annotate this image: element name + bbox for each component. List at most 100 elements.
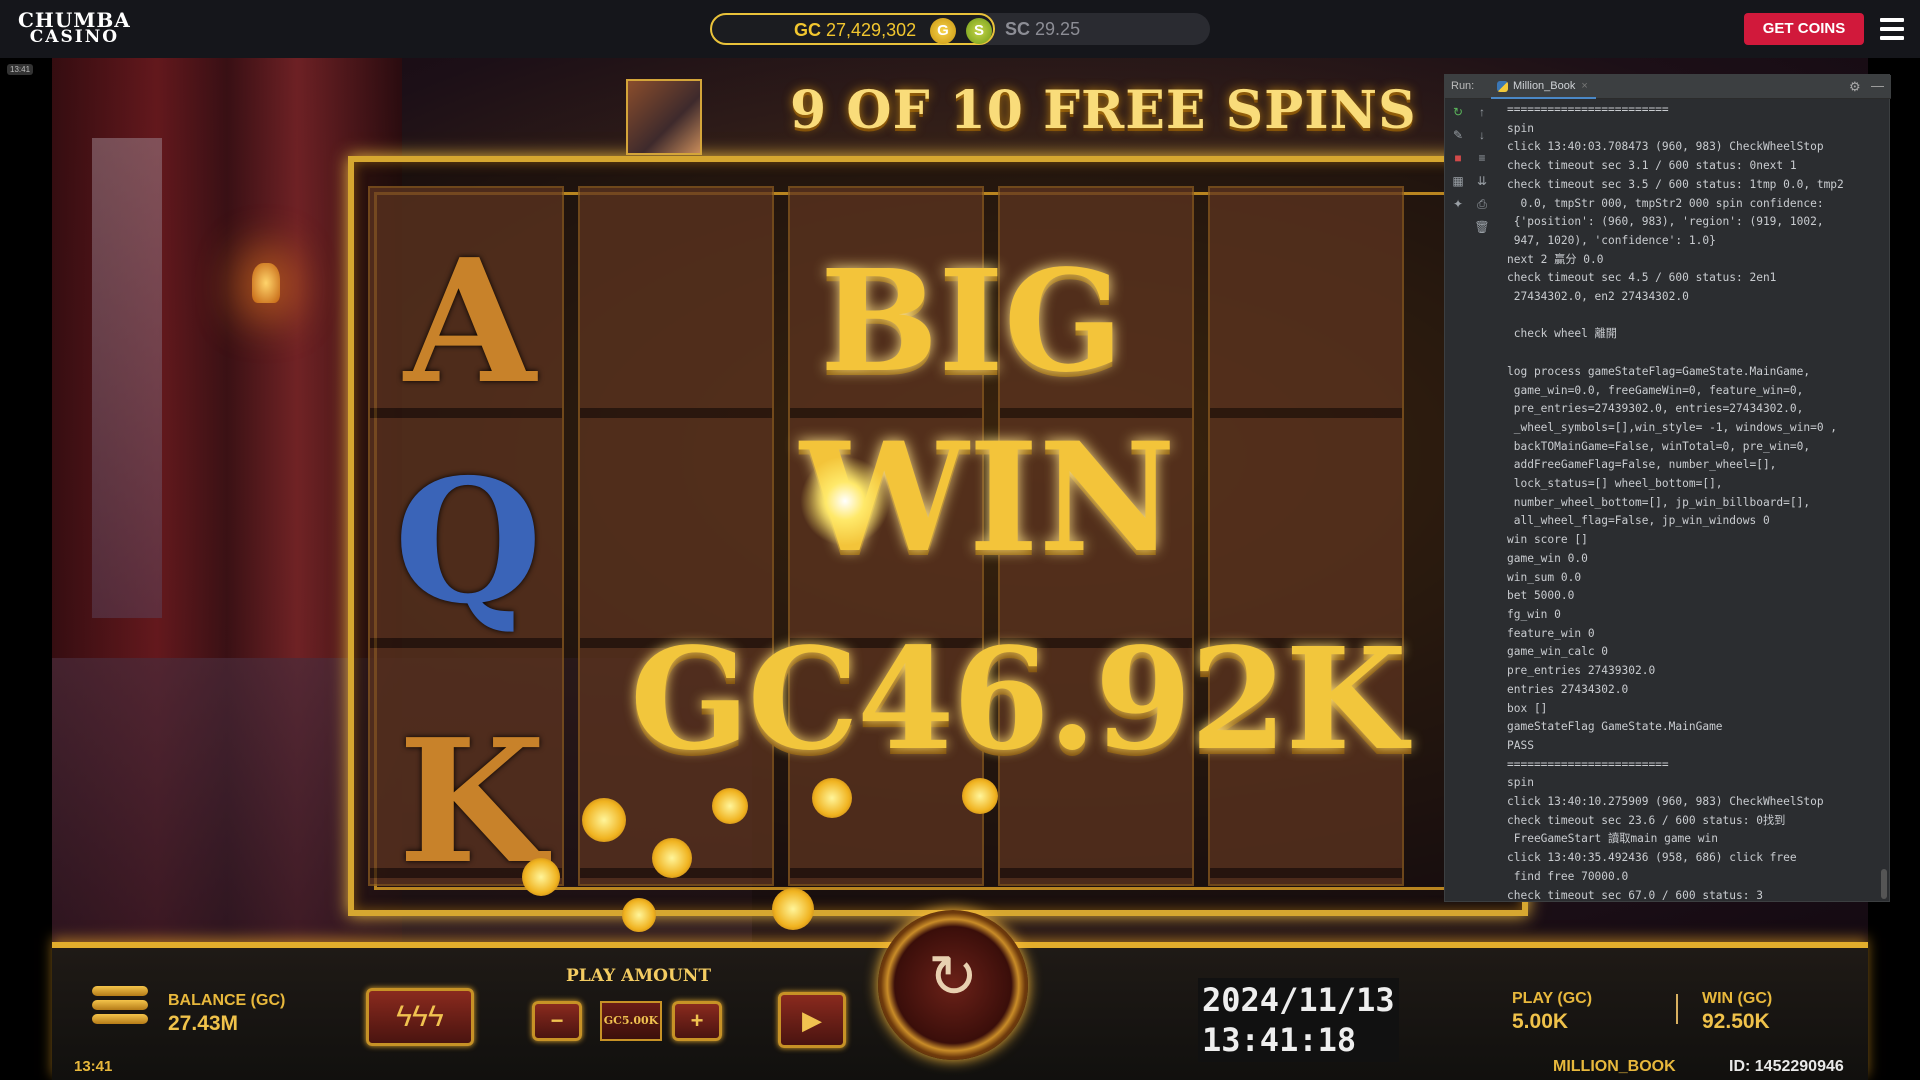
big-win-amount: GC46.92K	[630, 618, 1407, 782]
wall-lamp	[252, 263, 280, 303]
lightning-icon: ϟϟϟ	[396, 1000, 444, 1033]
console-line: find free 70000.0	[1507, 869, 1629, 883]
console-line: number_wheel_bottom=[], jp_win_billboard…	[1507, 495, 1811, 509]
wallet-bar[interactable]: GC 27,429,302 G S SC 29.25	[710, 13, 1210, 45]
sc-balance: SC 29.25	[1005, 19, 1080, 40]
layout-icon[interactable]: ▦	[1447, 170, 1469, 193]
flying-coin	[812, 778, 852, 818]
sweeps-coin-icon[interactable]: S	[966, 18, 992, 44]
print-icon[interactable]: ⎙	[1471, 193, 1493, 216]
close-tab-icon[interactable]: ×	[1581, 80, 1587, 92]
console-line: pre_entries 27439302.0	[1507, 664, 1656, 678]
scroll-down-icon[interactable]: ↓	[1471, 124, 1493, 147]
console-line: check timeout sec 4.5 / 600 status: 2en1	[1507, 271, 1777, 285]
console-line: click 13:40:35.492436 (958, 686) click f…	[1507, 851, 1797, 865]
console-line: _wheel_symbols=[],win_style= -1, windows…	[1507, 420, 1838, 434]
flying-coin	[582, 798, 626, 842]
trash-icon[interactable]: 🗑	[1471, 216, 1493, 239]
console-line: click 13:40:10.275909 (960, 983) CheckWh…	[1507, 795, 1824, 809]
console-line: check wheel 離開	[1507, 327, 1617, 341]
python-file-icon	[1497, 81, 1508, 92]
run-toolbar-right: ↑ ↓ ≡ ⇊ ⎙ 🗑	[1471, 101, 1493, 239]
get-coins-button[interactable]: GET COINS	[1744, 13, 1864, 45]
console-line: 0.0, tmpStr 000, tmpStr2 000 spin confid…	[1507, 196, 1824, 210]
console-output[interactable]: ======================== spin click 13:40:…	[1507, 101, 1879, 901]
rerun-icon[interactable]: ↻	[1447, 101, 1469, 124]
spin-button[interactable]: ↻	[878, 910, 1028, 1060]
scroll-up-icon[interactable]: ↑	[1471, 101, 1493, 124]
flying-coin	[712, 788, 748, 824]
date-stamp: 2024/11/13	[1202, 981, 1395, 1019]
console-line: next 2 贏分 0.0	[1507, 252, 1604, 266]
balance-value: 27.43M	[168, 1012, 239, 1035]
sc-value: 29.25	[1035, 19, 1081, 39]
console-line: entries 27434302.0	[1507, 682, 1629, 696]
console-line: backTOMainGame=False, winTotal=0, pre_wi…	[1507, 439, 1811, 453]
soft-wrap-icon[interactable]: ≡	[1471, 147, 1493, 170]
gear-icon[interactable]: ⚙	[1849, 79, 1861, 95]
console-line: game_win 0.0	[1507, 551, 1588, 565]
free-spins-counter: 9 OF 10 FREE SPINS	[790, 80, 1417, 141]
console-line: win_sum 0.0	[1507, 570, 1582, 584]
game-name: MILLION_BOOK	[1553, 1058, 1676, 1075]
balance-label: BALANCE (GC)	[168, 992, 286, 1009]
corner-time-badge: 13:41	[7, 64, 34, 75]
minimize-icon[interactable]: —	[1871, 78, 1884, 93]
gc-balance: GC 27,429,302	[794, 20, 916, 41]
wrench-icon[interactable]: ✎	[1447, 124, 1469, 147]
console-line: win score []	[1507, 533, 1588, 547]
run-panel-header: Run: Million_Book × ⚙ —	[1445, 75, 1891, 99]
ide-run-panel[interactable]: Run: Million_Book × ⚙ — ↻ ✎ ■ ▦ ✦ ↑ ↓ ≡ ⇊…	[1444, 74, 1891, 902]
console-line: check timeout sec 3.1 / 600 status: 0nex…	[1507, 159, 1797, 173]
run-tab-million-book[interactable]: Million_Book ×	[1491, 75, 1596, 99]
console-line: game_win=0.0, freeGameWin=0, feature_win…	[1507, 383, 1804, 397]
console-line: pre_entries=27439302.0, entries=27434302…	[1507, 402, 1804, 416]
play-label: PLAY (GC)	[1512, 990, 1593, 1007]
hamburger-menu-icon[interactable]	[1880, 18, 1904, 40]
console-scrollbar[interactable]	[1881, 869, 1887, 899]
symbol-q: Q	[394, 442, 543, 642]
pin-icon[interactable]: ✦	[1447, 193, 1469, 216]
console-line: ========================	[1507, 103, 1669, 116]
flying-coin	[652, 838, 692, 878]
console-line: all_wheel_flag=False, jp_win_windows 0	[1507, 514, 1770, 528]
win-value: 92.50K	[1702, 1010, 1770, 1033]
stop-icon[interactable]: ■	[1447, 147, 1469, 170]
decrease-bet-button[interactable]: −	[532, 1001, 582, 1041]
console-line: feature_win 0	[1507, 626, 1595, 640]
coin-stack-icon	[92, 986, 148, 1030]
run-tab-label: Million_Book	[1513, 80, 1576, 92]
time-stamp: 13:41:18	[1202, 1021, 1357, 1059]
play-triangle-icon: ▶	[802, 1005, 822, 1035]
gc-balance-pill[interactable]: GC 27,429,302 G S	[710, 13, 995, 45]
console-line: fg_win 0	[1507, 607, 1561, 621]
console-line: bet 5000.0	[1507, 589, 1575, 603]
game-control-bar: BALANCE (GC) 27.43M 13:41 ϟϟϟ PLAY AMOUN…	[52, 910, 1868, 1080]
spin-arrow-icon: ↻	[927, 943, 979, 1010]
flying-coin	[772, 888, 814, 930]
run-toolbar-left: ↻ ✎ ■ ▦ ✦	[1447, 101, 1469, 216]
console-line: addFreeGameFlag=False, number_wheel=[],	[1507, 458, 1777, 472]
room-window	[92, 138, 162, 618]
top-bar: CHUMBA CASINO GC 27,429,302 G S SC 29.25…	[0, 0, 1920, 58]
turbo-lightning-button[interactable]: ϟϟϟ	[366, 988, 474, 1046]
scroll-to-end-icon[interactable]: ⇊	[1471, 170, 1493, 193]
console-line: check timeout sec 67.0 / 600 status: 3	[1507, 888, 1763, 901]
sparkle-burst	[800, 456, 890, 546]
gc-label: GC	[794, 20, 821, 40]
console-line: game_win_calc 0	[1507, 645, 1609, 659]
chumba-casino-logo[interactable]: CHUMBA CASINO	[18, 10, 131, 47]
console-line: 27434302.0, en2 27434302.0	[1507, 290, 1689, 304]
free-spins-feature-thumbnail	[626, 79, 702, 155]
increase-bet-button[interactable]: +	[672, 1001, 722, 1041]
big-win-text-big: BIG	[820, 240, 1124, 404]
gc-value: 27,429,302	[826, 20, 917, 40]
console-line: FreeGameStart 讀取main game win	[1507, 832, 1718, 846]
flying-coin	[622, 898, 656, 932]
autoplay-button[interactable]: ▶	[778, 992, 846, 1048]
logo-line-2: CASINO	[29, 27, 120, 47]
symbol-a: A	[404, 222, 536, 422]
gold-coin-icon[interactable]: G	[930, 18, 956, 44]
